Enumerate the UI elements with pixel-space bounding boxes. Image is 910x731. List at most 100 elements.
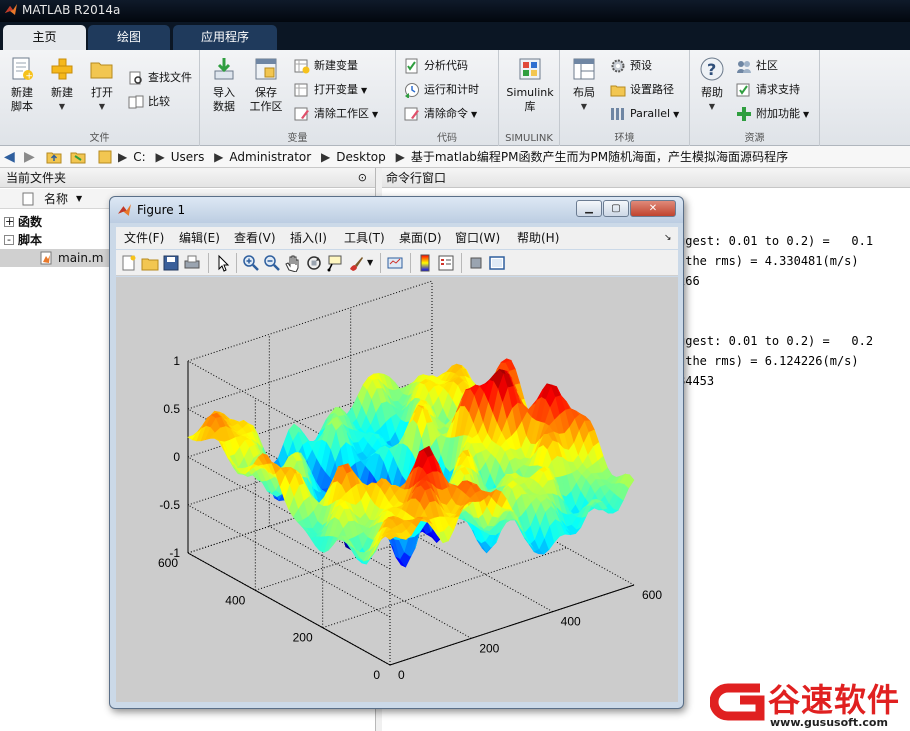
new-variable-button[interactable]: 新建变量 (294, 56, 358, 76)
request-support-button[interactable]: 请求支持 (736, 80, 800, 100)
analyze-code-button[interactable]: 分析代码 (404, 56, 468, 76)
surface-plot[interactable]: 10.50-0.5-16004002000 0200400600 (116, 277, 678, 702)
tab-plots[interactable]: 绘图 (88, 25, 170, 50)
svg-text:+: + (25, 72, 33, 82)
menu-help[interactable]: 帮助(H) (517, 227, 559, 249)
command-output-line: ggest: 0.01 to 0.2) = 0.2 (678, 334, 874, 348)
menu-file[interactable]: 文件(F) (124, 227, 164, 249)
analyze-code-icon (405, 58, 418, 74)
save-workspace-button[interactable]: 保存 工作区 (246, 56, 286, 114)
maximize-button[interactable]: ▢ (603, 200, 629, 217)
matlab-logo-icon (5, 4, 17, 15)
breadcrumb-item[interactable]: Desktop (336, 150, 386, 164)
clear-workspace-button[interactable]: 清除工作区 ▼ (294, 104, 378, 124)
toolbar-divider (380, 253, 381, 273)
menu-insert[interactable]: 插入(I) (290, 227, 327, 249)
x-tick-label: 400 (561, 615, 581, 629)
run-and-time-button[interactable]: 运行和计时 (404, 80, 479, 100)
new-label: 新建 (51, 86, 73, 99)
new-script-button[interactable]: + 新建 脚本 (2, 56, 42, 114)
help-button[interactable]: ? 帮助 ▼ (692, 56, 732, 114)
data-cursor-icon[interactable] (326, 254, 344, 272)
open-variable-button[interactable]: 打开变量 ▼ (294, 80, 367, 100)
breadcrumb-item[interactable]: 基于matlab编程PM函数产生而为PM随机海面，产生模拟海面源码程序 (411, 150, 788, 164)
address-folder-icon (98, 150, 112, 164)
import-data-label: 导入 数据 (213, 86, 235, 113)
minimize-button[interactable]: ▁ (576, 200, 602, 217)
run-and-time-label: 运行和计时 (424, 83, 479, 96)
community-button[interactable]: 社区 (736, 56, 778, 76)
help-chevron-down-icon: ▼ (708, 102, 716, 111)
tree-item-label: 脚本 (18, 233, 43, 247)
import-data-icon (214, 58, 234, 80)
pan-hand-icon[interactable] (284, 254, 302, 272)
sort-chevron-down-icon[interactable]: ▼ (76, 189, 82, 209)
panel-menu-chevron-down-icon[interactable]: ⊙ (358, 168, 367, 188)
file-group-label: 文件 (89, 133, 110, 144)
simulink-library-button[interactable]: Simulink 库 (503, 56, 557, 114)
browse-folder-icon[interactable] (70, 149, 86, 165)
figure-window[interactable]: Figure 1 ▁ ▢ ✕ 文件(F) 编辑(E) 查看(V) 插入(I) 工… (109, 196, 684, 709)
menu-window[interactable]: 窗口(W) (455, 227, 500, 249)
zoom-in-icon[interactable] (242, 254, 260, 272)
resources-group-label: 资源 (744, 133, 765, 144)
forward-arrow-icon[interactable]: ▶ (24, 149, 35, 165)
toolbar-divider (236, 253, 237, 273)
menu-desktop[interactable]: 桌面(D) (399, 227, 442, 249)
insert-legend-icon[interactable] (437, 254, 455, 272)
gear-icon (611, 59, 625, 73)
new-variable-label: 新建变量 (314, 59, 358, 72)
address-bar: ◀ ▶ ▶ C: ▶ Users ▶ Administrator ▶ Desktop ▶… (0, 146, 910, 168)
tab-apps[interactable]: 应用程序 (173, 25, 277, 50)
menu-dock-arrow-icon[interactable]: ↘ (664, 227, 672, 249)
save-figure-icon[interactable] (162, 254, 180, 272)
clear-commands-button[interactable]: 清除命令 ▼ (404, 104, 477, 124)
open-variable-chevron-down-icon: ▼ (361, 86, 368, 95)
menu-edit[interactable]: 编辑(E) (179, 227, 220, 249)
up-folder-icon[interactable] (46, 149, 62, 165)
clear-workspace-chevron-down-icon: ▼ (372, 110, 379, 119)
window-title: MATLAB R2014a (22, 3, 121, 17)
parallel-button[interactable]: Parallel ▼ (610, 104, 679, 124)
layout-button[interactable]: 布局 ▼ (564, 56, 604, 114)
hide-plot-tools-icon[interactable] (467, 254, 485, 272)
print-icon[interactable] (183, 254, 201, 272)
preferences-button[interactable]: 预设 (610, 56, 652, 76)
brush-icon[interactable] (347, 254, 365, 272)
figure-title-bar[interactable]: Figure 1 ▁ ▢ ✕ (110, 197, 683, 223)
compare-button[interactable]: 比较 (128, 92, 170, 112)
open-button[interactable]: 打开 ▼ (82, 56, 122, 114)
find-files-button[interactable]: 查找文件 (128, 68, 192, 88)
insert-colorbar-icon[interactable] (416, 254, 434, 272)
breadcrumb-item[interactable]: C: (133, 150, 145, 164)
simulink-library-label: Simulink 库 (506, 86, 554, 113)
y-tick-label: 400 (225, 593, 245, 607)
addons-button[interactable]: 附加功能 ▼ (736, 104, 809, 124)
breadcrumb-item[interactable]: Users (171, 150, 205, 164)
set-path-button[interactable]: 设置路径 (610, 80, 674, 100)
show-plot-tools-icon[interactable] (488, 254, 506, 272)
clear-commands-label: 清除命令 (424, 107, 468, 120)
save-workspace-icon (255, 58, 277, 80)
breadcrumb-item[interactable]: Administrator (229, 150, 311, 164)
new-button[interactable]: 新建 ▼ (42, 56, 82, 114)
collapse-toggle-icon[interactable]: - (4, 234, 14, 245)
brush-chevron-down-icon[interactable]: ▼ (367, 254, 385, 272)
open-label: 打开 (91, 86, 113, 99)
rotate-3d-icon[interactable] (305, 254, 323, 272)
back-arrow-icon[interactable]: ◀ (4, 149, 15, 165)
import-data-button[interactable]: 导入 数据 (204, 56, 244, 114)
expand-toggle-icon[interactable]: + (4, 216, 14, 227)
figure-canvas[interactable]: 1 0.5 0 -0.5 -1 600 400 200 0 0 200 400 600 (116, 277, 678, 702)
tab-home[interactable]: 主页 (3, 25, 86, 50)
tree-item-label: 函数 (18, 215, 43, 229)
open-file-icon[interactable] (141, 254, 159, 272)
parallel-icon (611, 108, 624, 120)
zoom-out-icon[interactable] (263, 254, 281, 272)
edit-plot-pointer-icon[interactable] (214, 254, 232, 272)
close-button[interactable]: ✕ (630, 200, 676, 217)
link-plot-icon[interactable] (386, 254, 404, 272)
new-figure-icon[interactable] (120, 254, 138, 272)
menu-view[interactable]: 查看(V) (234, 227, 276, 249)
menu-tools[interactable]: 工具(T) (344, 227, 385, 249)
